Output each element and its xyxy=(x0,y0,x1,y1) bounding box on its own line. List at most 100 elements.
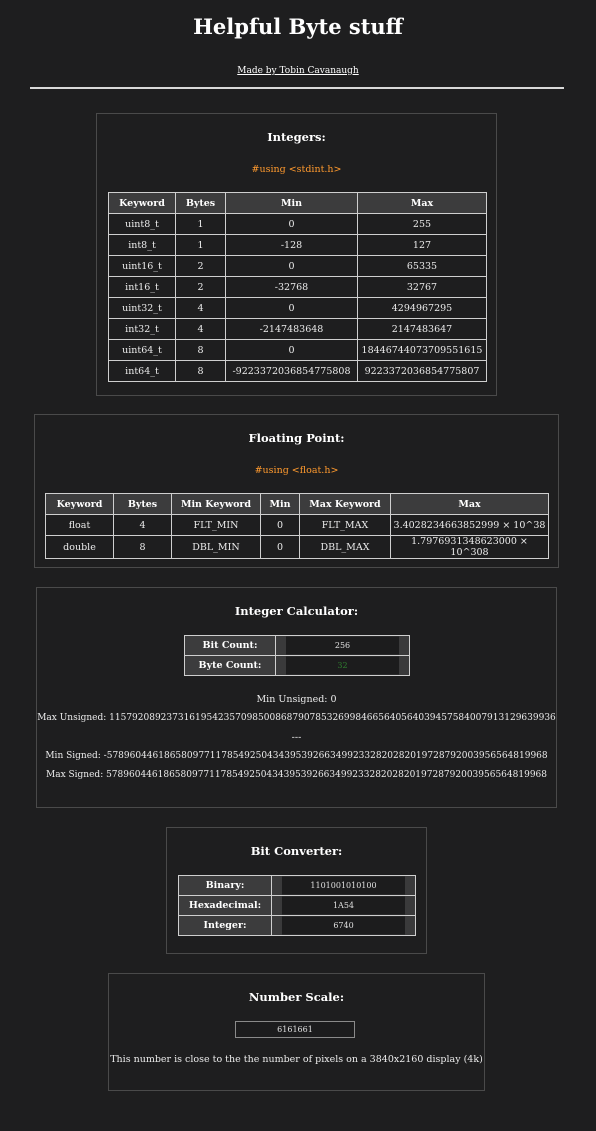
integer-input[interactable]: 6740 xyxy=(282,917,405,934)
floating-point-panel: Floating Point: #using <float.h> Keyword… xyxy=(34,414,559,568)
hexadecimal-input[interactable]: 1A54 xyxy=(282,897,405,914)
bit-count-label: Bit Count: xyxy=(184,635,276,656)
cell-keyword: uint16_t xyxy=(108,255,176,277)
stdint-include: #using <stdint.h> xyxy=(251,164,342,175)
floating-header-row: Keyword Bytes Min Keyword Min Max Keywor… xyxy=(45,493,549,515)
hexadecimal-field[interactable]: 1A54 xyxy=(271,895,416,916)
integers-title: Integers: xyxy=(267,130,326,144)
min-unsigned-text: Min Unsigned: 0 xyxy=(256,694,337,705)
cell-bytes: 8 xyxy=(113,535,172,559)
header-divider xyxy=(30,87,564,89)
table-row: float 4 FLT_MIN 0 FLT_MAX 3.402823466385… xyxy=(45,514,549,536)
page-title: Helpful Byte stuff xyxy=(193,14,403,39)
cell-min: 0 xyxy=(225,297,358,319)
table-row: double 8 DBL_MIN 0 DBL_MAX 1.79769313486… xyxy=(45,535,549,559)
table-row: uint32_t 4 0 4294967295 xyxy=(108,297,487,319)
integers-table: Keyword Bytes Min Max uint8_t 1 0 255 in… xyxy=(108,192,487,382)
cell-max: 2147483647 xyxy=(357,318,487,340)
bit-converter-panel: Bit Converter: Binary: 1101001010100 Hex… xyxy=(166,827,427,954)
binary-label: Binary: xyxy=(178,875,272,896)
max-unsigned-text: Max Unsigned: 11579208923731619542357098… xyxy=(37,713,556,723)
stepper-right-track xyxy=(405,896,415,915)
hexadecimal-label: Hexadecimal: xyxy=(178,895,272,916)
cell-min-keyword: DBL_MIN xyxy=(171,535,261,559)
cell-min: -32768 xyxy=(225,276,358,298)
integers-col-bytes: Bytes xyxy=(175,192,226,214)
binary-field[interactable]: 1101001010100 xyxy=(271,875,416,896)
cell-keyword: int32_t xyxy=(108,318,176,340)
cell-max: 127 xyxy=(357,234,487,256)
cell-bytes: 4 xyxy=(175,297,226,319)
cell-min: 0 xyxy=(225,213,358,235)
table-row: uint8_t 1 0 255 xyxy=(108,213,487,235)
stepper-left-track xyxy=(272,876,282,895)
stepper-right-track xyxy=(399,656,409,675)
cell-max: 255 xyxy=(357,213,487,235)
cell-min-keyword: FLT_MIN xyxy=(171,514,261,536)
cell-keyword: int64_t xyxy=(108,360,176,382)
cell-max: 18446744073709551615 xyxy=(357,339,487,361)
cell-min: 0 xyxy=(225,255,358,277)
cell-keyword: int8_t xyxy=(108,234,176,256)
number-scale-panel: Number Scale: 6161661 This number is clo… xyxy=(108,973,485,1091)
cell-keyword: uint8_t xyxy=(108,213,176,235)
binary-input[interactable]: 1101001010100 xyxy=(282,877,405,894)
cell-max: 4294967295 xyxy=(357,297,487,319)
bit-count-input[interactable]: 256 xyxy=(286,637,399,654)
cell-bytes: 8 xyxy=(175,360,226,382)
byte-count-field[interactable]: 32 xyxy=(275,655,410,676)
cell-keyword: int16_t xyxy=(108,276,176,298)
integers-col-min: Min xyxy=(225,192,358,214)
table-row: int32_t 4 -2147483648 2147483647 xyxy=(108,318,487,340)
byte-count-label: Byte Count: xyxy=(184,655,276,676)
integer-field[interactable]: 6740 xyxy=(271,915,416,936)
stepper-left-track xyxy=(276,656,286,675)
float-col-max: Max xyxy=(390,493,549,515)
bit-count-field[interactable]: 256 xyxy=(275,635,410,656)
floating-point-table: Keyword Bytes Min Keyword Min Max Keywor… xyxy=(45,493,549,559)
float-col-min: Min xyxy=(260,493,300,515)
integers-col-max: Max xyxy=(357,192,487,214)
table-row: uint64_t 8 0 18446744073709551615 xyxy=(108,339,487,361)
cell-keyword: uint64_t xyxy=(108,339,176,361)
cell-max-keyword: FLT_MAX xyxy=(299,514,391,536)
number-scale-input[interactable]: 6161661 xyxy=(235,1021,355,1038)
cell-max: 9223372036854775807 xyxy=(357,360,487,382)
cell-min: -9223372036854775808 xyxy=(225,360,358,382)
table-row: int16_t 2 -32768 32767 xyxy=(108,276,487,298)
cell-min: -2147483648 xyxy=(225,318,358,340)
stepper-left-track xyxy=(272,896,282,915)
float-col-bytes: Bytes xyxy=(113,493,172,515)
cell-keyword: float xyxy=(45,514,114,536)
stepper-left-track xyxy=(272,916,282,935)
bit-converter-title: Bit Converter: xyxy=(250,844,343,858)
table-row: int64_t 8 -9223372036854775808 922337203… xyxy=(108,360,487,382)
author-credit-link[interactable]: Made by Tobin Cavanaugh xyxy=(0,66,596,76)
float-col-max-keyword: Max Keyword xyxy=(299,493,391,515)
cell-bytes: 4 xyxy=(175,318,226,340)
cell-min: 0 xyxy=(260,535,300,559)
stepper-right-track xyxy=(405,876,415,895)
max-signed-text: Max Signed: 5789604461865809771178549250… xyxy=(45,770,547,780)
number-scale-description: This number is close to the the number o… xyxy=(110,1054,483,1065)
cell-bytes: 1 xyxy=(175,234,226,256)
stepper-left-track xyxy=(276,636,286,655)
integers-col-keyword: Keyword xyxy=(108,192,176,214)
float-col-min-keyword: Min Keyword xyxy=(171,493,261,515)
table-row: int8_t 1 -128 127 xyxy=(108,234,487,256)
integer-label: Integer: xyxy=(178,915,272,936)
byte-count-input[interactable]: 32 xyxy=(286,657,399,674)
cell-max: 32767 xyxy=(357,276,487,298)
integer-calculator-title: Integer Calculator: xyxy=(234,604,359,618)
cell-keyword: double xyxy=(45,535,114,559)
cell-keyword: uint32_t xyxy=(108,297,176,319)
integer-calculator-panel: Integer Calculator: Bit Count: 256 Byte … xyxy=(36,587,557,808)
cell-max-keyword: DBL_MAX xyxy=(299,535,391,559)
float-col-keyword: Keyword xyxy=(45,493,114,515)
integers-panel: Integers: #using <stdint.h> Keyword Byte… xyxy=(96,113,497,396)
cell-max: 1.7976931348623000 × 10^308 xyxy=(390,535,549,559)
stepper-right-track xyxy=(399,636,409,655)
cell-bytes: 8 xyxy=(175,339,226,361)
converter-inputs: Binary: 1101001010100 Hexadecimal: 1A54 … xyxy=(178,875,416,936)
cell-max: 3.4028234663852999 × 10^38 xyxy=(390,514,549,536)
